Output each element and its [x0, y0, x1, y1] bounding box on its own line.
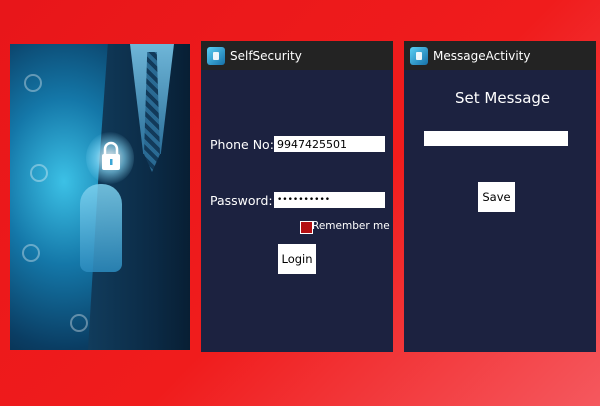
- app-title: SelfSecurity: [230, 48, 302, 63]
- phone-label: Phone No:: [210, 137, 274, 152]
- hand: [80, 184, 122, 272]
- security-photo: [10, 44, 190, 350]
- action-bar: MessageActivity: [404, 41, 596, 70]
- app-title: MessageActivity: [433, 48, 531, 63]
- app-icon: [410, 46, 428, 65]
- phone-input[interactable]: [274, 136, 385, 152]
- decor-ring: [30, 164, 48, 182]
- action-bar: SelfSecurity: [201, 41, 393, 70]
- login-screen: SelfSecurity Phone No: Password: Remembe…: [201, 41, 393, 352]
- set-message-heading: Set Message: [455, 89, 551, 107]
- login-button[interactable]: Login: [278, 244, 316, 274]
- message-input[interactable]: [424, 131, 568, 146]
- remember-label: Remember me: [312, 220, 390, 232]
- app-icon: [207, 46, 225, 65]
- message-screen: MessageActivity Set Message Save: [404, 41, 596, 352]
- decor-ring: [24, 74, 42, 92]
- password-label: Password:: [210, 193, 273, 208]
- save-button[interactable]: Save: [478, 182, 515, 212]
- password-input[interactable]: [274, 192, 385, 208]
- decor-ring: [22, 244, 40, 262]
- padlock-icon: [102, 141, 120, 170]
- decor-ring: [70, 314, 88, 332]
